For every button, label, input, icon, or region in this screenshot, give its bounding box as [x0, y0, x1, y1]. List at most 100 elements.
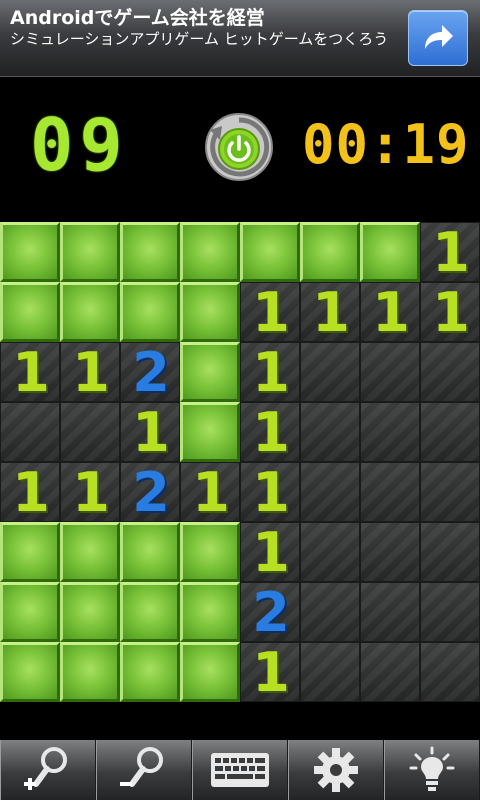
revealed-tile[interactable]: [360, 462, 420, 522]
covered-tile[interactable]: [240, 222, 300, 282]
covered-tile[interactable]: [60, 582, 120, 642]
keyboard-button[interactable]: [192, 740, 288, 800]
covered-tile[interactable]: [120, 582, 180, 642]
hint-button[interactable]: [384, 740, 480, 800]
zoom-in-icon: [24, 747, 67, 790]
revealed-tile[interactable]: 2: [120, 341, 180, 404]
gear-icon: [314, 748, 358, 792]
revealed-tile[interactable]: 1: [240, 401, 300, 464]
revealed-tile[interactable]: 2: [120, 461, 180, 524]
covered-tile[interactable]: [0, 282, 60, 342]
ad-banner[interactable]: Androidでゲーム会社を経営 シミュレーションアプリゲーム ヒットゲームをつ…: [0, 0, 480, 77]
revealed-tile[interactable]: [420, 522, 480, 582]
revealed-tile[interactable]: 2: [240, 581, 300, 644]
adjacent-mine-count: 2: [132, 461, 170, 524]
revealed-tile[interactable]: [360, 402, 420, 462]
revealed-tile[interactable]: 1: [240, 282, 300, 343]
revealed-tile[interactable]: 1: [420, 221, 480, 284]
revealed-tile[interactable]: 1: [240, 641, 300, 704]
revealed-tile[interactable]: [360, 642, 420, 702]
adjacent-mine-count: 1: [252, 521, 290, 584]
revealed-tile[interactable]: [300, 402, 360, 462]
revealed-tile[interactable]: 1: [60, 461, 120, 524]
adjacent-mine-count: 1: [72, 341, 110, 404]
covered-tile[interactable]: [60, 642, 120, 702]
revealed-tile[interactable]: [360, 522, 420, 582]
revealed-tile[interactable]: [300, 342, 360, 402]
revealed-tile[interactable]: 1: [0, 341, 60, 404]
revealed-tile[interactable]: [300, 462, 360, 522]
covered-tile[interactable]: [180, 642, 240, 702]
elapsed-timer: 00:19: [302, 113, 470, 176]
covered-tile[interactable]: [0, 522, 60, 582]
revealed-tile[interactable]: [420, 582, 480, 642]
adjacent-mine-count: 1: [192, 461, 230, 524]
revealed-tile[interactable]: [300, 522, 360, 582]
covered-tile[interactable]: [60, 282, 120, 342]
covered-tile[interactable]: [60, 522, 120, 582]
adjacent-mine-count: 1: [72, 461, 110, 524]
covered-tile[interactable]: [360, 222, 420, 282]
revealed-tile[interactable]: 1: [180, 461, 240, 524]
covered-tile[interactable]: [180, 582, 240, 642]
revealed-tile[interactable]: 1: [0, 462, 60, 523]
covered-tile[interactable]: [180, 342, 240, 402]
covered-tile[interactable]: [180, 222, 240, 282]
zoom-in-button[interactable]: [0, 740, 96, 800]
reset-button[interactable]: [204, 112, 274, 182]
adjacent-mine-count: 1: [252, 641, 290, 704]
revealed-tile[interactable]: [360, 582, 420, 642]
revealed-tile[interactable]: [300, 642, 360, 702]
adjacent-mine-count: 1: [432, 221, 470, 284]
ad-title[interactable]: Androidでゲーム会社を経営: [10, 3, 265, 30]
revealed-tile[interactable]: 1: [240, 461, 300, 524]
revealed-tile[interactable]: 1: [300, 282, 360, 343]
ad-body[interactable]: シミュレーションアプリゲーム ヒットゲームをつくろう: [10, 29, 402, 50]
share-arrow-icon: [425, 25, 453, 49]
zoom-out-button[interactable]: [96, 740, 192, 800]
revealed-tile[interactable]: 1: [240, 341, 300, 404]
revealed-tile[interactable]: [60, 402, 120, 462]
zoom-out-icon: [120, 747, 163, 787]
revealed-tile[interactable]: 1: [60, 341, 120, 404]
adjacent-mine-count: 1: [252, 401, 290, 464]
covered-tile[interactable]: [120, 522, 180, 582]
adjacent-mine-count: 2: [132, 341, 170, 404]
adjacent-mine-count: 1: [12, 341, 50, 404]
settings-button[interactable]: [288, 740, 384, 800]
revealed-tile[interactable]: [0, 402, 60, 462]
covered-tile[interactable]: [120, 282, 180, 342]
covered-tile[interactable]: [120, 222, 180, 282]
revealed-tile[interactable]: [420, 462, 480, 522]
covered-tile[interactable]: [0, 582, 60, 642]
revealed-tile[interactable]: [360, 342, 420, 402]
revealed-tile[interactable]: [420, 342, 480, 402]
adjacent-mine-count: 1: [432, 281, 470, 344]
revealed-tile[interactable]: 1: [120, 401, 180, 464]
mines-remaining-counter: 09: [30, 103, 129, 187]
revealed-tile[interactable]: [300, 582, 360, 642]
covered-tile[interactable]: [180, 522, 240, 582]
adjacent-mine-count: 1: [252, 461, 290, 524]
adjacent-mine-count: 1: [132, 401, 170, 464]
adjacent-mine-count: 2: [252, 581, 290, 644]
covered-tile[interactable]: [180, 282, 240, 342]
covered-tile[interactable]: [0, 222, 60, 282]
minefield-board[interactable]: 1111111211111211121: [0, 221, 480, 704]
revealed-tile[interactable]: 1: [420, 281, 480, 344]
adjacent-mine-count: 1: [252, 341, 290, 404]
revealed-tile[interactable]: 1: [240, 521, 300, 584]
revealed-tile[interactable]: 1: [360, 281, 420, 344]
bottom-toolbar: [0, 740, 480, 800]
covered-tile[interactable]: [300, 222, 360, 282]
adjacent-mine-count: 1: [372, 281, 410, 344]
covered-tile[interactable]: [0, 642, 60, 702]
ad-action-button[interactable]: [408, 10, 468, 66]
covered-tile[interactable]: [120, 642, 180, 702]
covered-tile[interactable]: [180, 402, 240, 462]
covered-tile[interactable]: [60, 222, 120, 282]
power-reset-icon: [205, 113, 273, 181]
revealed-tile[interactable]: [420, 402, 480, 462]
lightbulb-icon: [409, 746, 455, 791]
revealed-tile[interactable]: [420, 642, 480, 702]
